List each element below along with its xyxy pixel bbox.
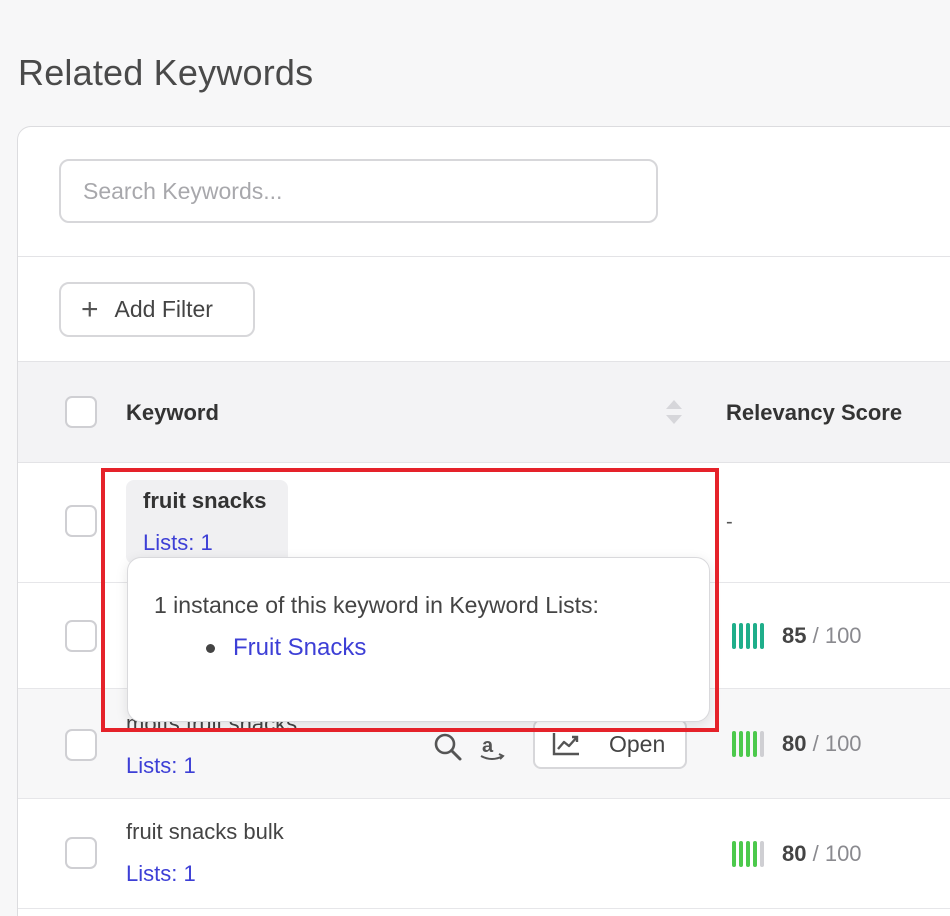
keyword-lists-popover: 1 instance of this keyword in Keyword Li…	[127, 557, 710, 722]
keyword-text: fruit snacks bulk	[126, 819, 284, 844]
keyword-list-link[interactable]: Fruit Snacks	[233, 634, 366, 662]
column-header-keyword[interactable]: Keyword	[126, 400, 219, 426]
popover-title: 1 instance of this keyword in Keyword Li…	[154, 592, 599, 618]
keyword-chip[interactable]: fruit snacks Lists: 1	[126, 480, 288, 564]
score-bar	[739, 841, 743, 867]
row-checkbox[interactable]	[65, 837, 97, 869]
score-bar	[732, 623, 736, 649]
score-bar	[732, 731, 736, 757]
score-bar	[760, 731, 764, 757]
amazon-icon[interactable]: a	[478, 731, 506, 763]
score-bar	[732, 841, 736, 867]
score-bar	[739, 731, 743, 757]
table-row: fruit snacks bulk Lists: 1 80 / 100	[18, 799, 950, 909]
row-checkbox[interactable]	[65, 505, 97, 537]
filter-section: + Add Filter	[18, 257, 950, 362]
score-value: 80 / 100	[782, 841, 862, 866]
search-section	[18, 127, 950, 257]
score-bar	[739, 623, 743, 649]
add-filter-label: Add Filter	[114, 296, 213, 322]
trend-chart-icon	[552, 733, 579, 756]
score-bar	[753, 731, 757, 757]
score-bar	[753, 623, 757, 649]
score-bar	[760, 623, 764, 649]
keyword-text: fruit snacks	[143, 488, 267, 513]
relevancy-score: 80 / 100	[732, 731, 862, 757]
score-bar	[746, 731, 750, 757]
lists-link[interactable]: Lists: 1	[126, 753, 196, 779]
bullet-icon	[206, 643, 215, 653]
add-filter-button[interactable]: + Add Filter	[59, 282, 255, 337]
popover-list-item: Fruit Snacks	[206, 634, 366, 662]
search-input[interactable]	[59, 159, 658, 223]
open-label: Open	[609, 730, 666, 757]
relevancy-score: 85 / 100	[732, 623, 862, 649]
lists-link[interactable]: Lists: 1	[126, 861, 196, 887]
sort-icon[interactable]	[665, 398, 683, 426]
lists-link[interactable]: Lists: 1	[143, 530, 213, 556]
magnifier-icon[interactable]	[432, 731, 464, 763]
score-bar	[753, 841, 757, 867]
plus-icon: +	[81, 292, 99, 326]
row-actions: a	[432, 731, 506, 763]
score-value: 80 / 100	[782, 731, 862, 756]
select-all-checkbox[interactable]	[65, 396, 97, 428]
score-bars	[732, 623, 764, 649]
score-bars	[732, 731, 764, 757]
score-bars	[732, 841, 764, 867]
row-checkbox[interactable]	[65, 729, 97, 761]
row-checkbox[interactable]	[65, 620, 97, 652]
relevancy-score: 80 / 100	[732, 841, 862, 867]
score-bar	[746, 841, 750, 867]
keywords-card: + Add Filter Keyword Relevancy Score fru…	[17, 126, 950, 916]
table-header: Keyword Relevancy Score	[18, 362, 950, 463]
score-bar	[746, 623, 750, 649]
svg-text:a: a	[482, 735, 494, 757]
score-value: 85 / 100	[782, 623, 862, 648]
page-title: Related Keywords	[18, 52, 314, 93]
column-header-relevancy[interactable]: Relevancy Score	[726, 400, 902, 426]
score-bar	[760, 841, 764, 867]
open-button[interactable]: Open	[533, 719, 687, 769]
relevancy-score-empty: -	[726, 511, 733, 533]
